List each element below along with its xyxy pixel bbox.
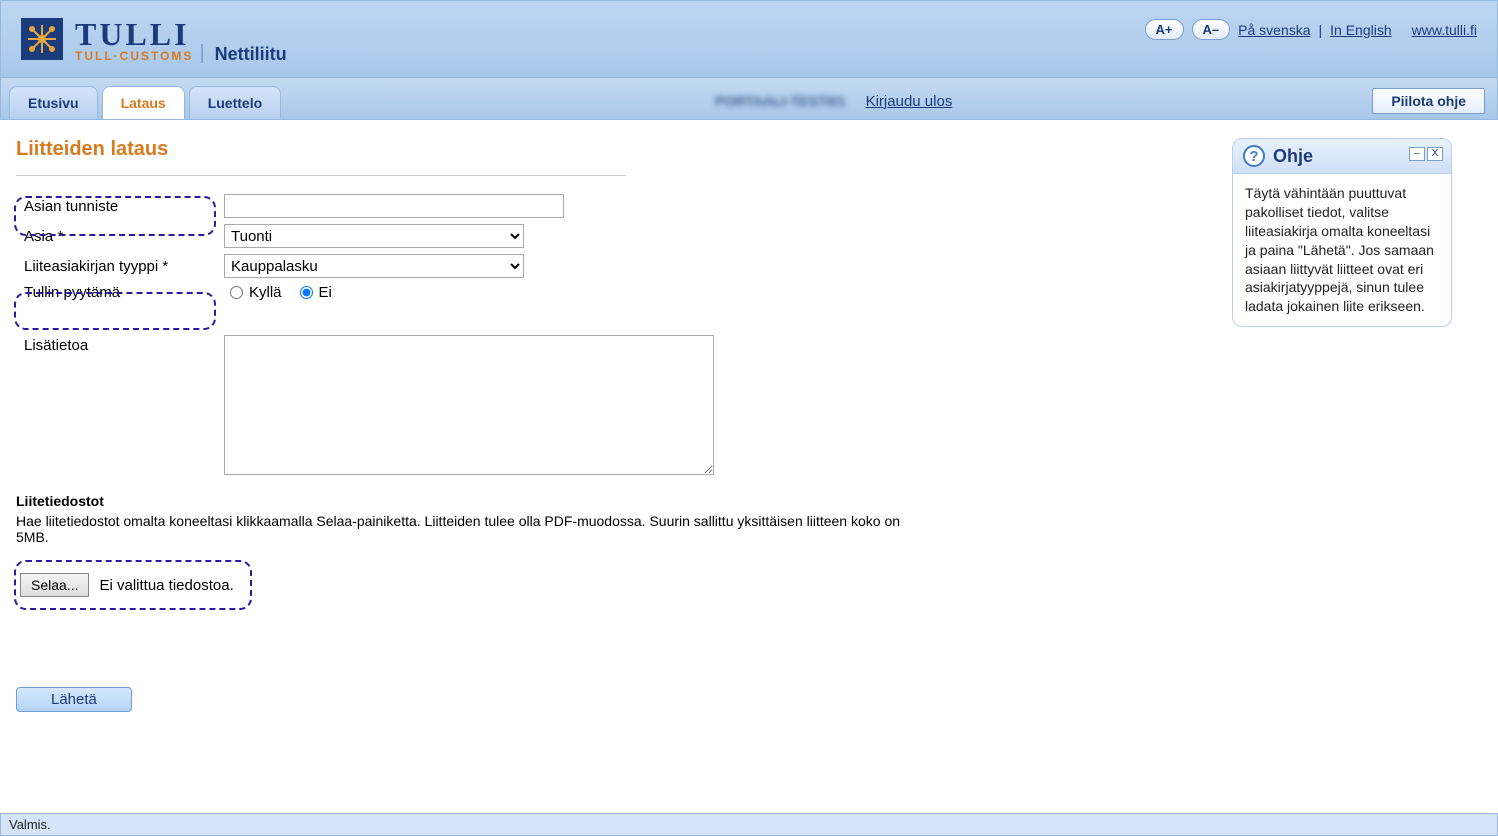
help-header: ? Ohje – X [1233, 139, 1451, 174]
help-close-icon[interactable]: X [1427, 147, 1443, 161]
logo-sub-text: TULL·CUSTOMS [75, 49, 193, 63]
radio-kylla-label: Kyllä [249, 284, 282, 301]
files-title: Liitetiedostot [16, 493, 916, 509]
hide-help-button[interactable]: Piilota ohje [1372, 88, 1485, 114]
tab-lataus[interactable]: Lataus [102, 86, 185, 119]
label-asia: Asia * [16, 228, 224, 245]
divider: | [199, 42, 204, 65]
radio-ei[interactable] [300, 286, 313, 299]
header-right: A+ A– På svenska | In English www.tulli.… [1145, 19, 1477, 40]
sidebar: ? Ohje – X Täytä vähintään puuttuvat pak… [1232, 138, 1452, 712]
radio-group-tullin-pyytama: Kyllä Ei [224, 284, 340, 301]
logo-area: TULLI TULL·CUSTOMS [21, 16, 193, 63]
title-rule [16, 175, 626, 176]
label-liiteasiakirjan-tyyppi: Liiteasiakirjan tyyppi * [16, 258, 224, 275]
logo-icon [21, 18, 63, 60]
select-asia[interactable]: Tuonti [224, 224, 524, 248]
font-increase-button[interactable]: A+ [1145, 19, 1184, 40]
navbar: Etusivu Lataus Luettelo PORTAALI-TESTI01… [0, 78, 1498, 120]
header: TULLI TULL·CUSTOMS | Nettiliitu A+ A– På… [0, 0, 1498, 78]
status-text: Valmis. [9, 817, 51, 832]
lang-separator: | [1319, 22, 1323, 38]
help-body: Täytä vähintään puuttuvat pakolliset tie… [1233, 174, 1451, 326]
browse-button[interactable]: Selaa... [20, 573, 89, 597]
tab-luettelo[interactable]: Luettelo [189, 86, 281, 119]
help-minimize-icon[interactable]: – [1409, 147, 1425, 161]
lang-english-link[interactable]: In English [1330, 22, 1391, 38]
help-title: Ohje [1273, 146, 1313, 167]
help-icon: ? [1243, 145, 1265, 167]
status-bar: Valmis. [0, 813, 1498, 836]
tab-etusivu[interactable]: Etusivu [9, 86, 98, 119]
font-decrease-button[interactable]: A– [1192, 19, 1231, 40]
no-file-text: Ei valittua tiedostoa. [99, 577, 233, 594]
main-form: Liitteiden lataus Asian tunniste Asia * … [16, 138, 916, 712]
logo-main-text: TULLI [75, 16, 193, 53]
select-liiteasiakirjan-tyyppi[interactable]: Kauppalasku [224, 254, 524, 278]
label-lisatietoa: Lisätietoa [16, 335, 224, 475]
logout-link[interactable]: Kirjaudu ulos [866, 93, 953, 110]
submit-button[interactable]: Lähetä [16, 687, 132, 712]
lang-swedish-link[interactable]: På svenska [1238, 22, 1310, 38]
site-link[interactable]: www.tulli.fi [1412, 22, 1477, 38]
radio-ei-label: Ei [319, 284, 332, 301]
files-desc: Hae liitetiedostot omalta koneeltasi kli… [16, 513, 916, 545]
page-title: Liitteiden lataus [16, 138, 916, 161]
label-tullin-pyytama: Tullin pyytämä [16, 284, 224, 301]
help-panel: ? Ohje – X Täytä vähintään puuttuvat pak… [1232, 138, 1452, 327]
app-name: Nettiliitu [215, 44, 287, 65]
input-asian-tunniste[interactable] [224, 194, 564, 218]
textarea-lisatietoa[interactable] [224, 335, 714, 475]
radio-kylla[interactable] [230, 286, 243, 299]
content: Liitteiden lataus Asian tunniste Asia * … [0, 120, 1498, 730]
user-name: PORTAALI-TESTI01 [715, 93, 845, 109]
label-asian-tunniste: Asian tunniste [16, 198, 224, 215]
